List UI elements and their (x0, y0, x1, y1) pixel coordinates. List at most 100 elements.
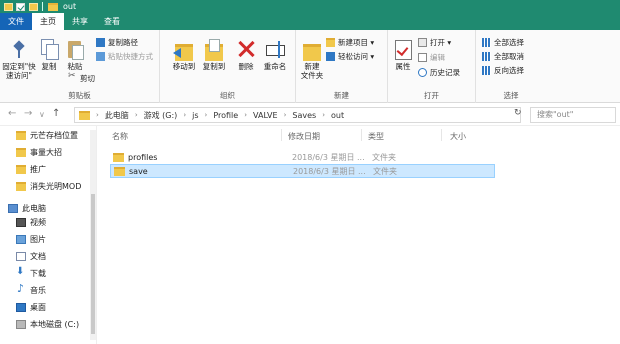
pin-quick-access-button[interactable]: 固定到"快 速访问" (2, 40, 36, 80)
scissors-icon (68, 72, 77, 83)
edit-button[interactable]: 编辑 (418, 53, 445, 62)
sidebar-item-label: 推广 (30, 164, 46, 174)
title-separator (42, 2, 43, 11)
sidebar-item[interactable]: 本地磁盘 (C:) (16, 317, 79, 331)
sidebar-item[interactable]: 下载 (16, 266, 46, 280)
select-group-label: 选择 (503, 91, 519, 100)
sidebar-item-this-pc[interactable]: 此电脑 (8, 201, 46, 215)
paste-label: 粘贴 (67, 62, 83, 71)
search-input[interactable]: 搜索"out" (530, 107, 616, 123)
move-to-button[interactable]: 移动到 (170, 38, 198, 71)
ribbon: 固定到"快 速访问" 复制 粘贴 复制路径 粘贴快捷方式 剪切 剪贴板 移动到 (0, 30, 620, 103)
select-all-label: 全部选择 (494, 38, 524, 47)
new-group: 新建 文件夹 新建项目 ▾ 轻松访问 ▾ 新建 (296, 30, 388, 103)
sidebar-item-label: 事量大招 (30, 147, 62, 157)
sidebar-item[interactable]: 桌面 (16, 300, 46, 314)
breadcrumb-item[interactable]: › js (183, 111, 198, 120)
new-folder-button[interactable]: 新建 文件夹 (298, 38, 326, 80)
new-group-label: 新建 (334, 91, 349, 100)
column-header-type[interactable]: 类型 (368, 131, 384, 142)
breadcrumb-item[interactable]: › VALVE (244, 111, 277, 120)
select-none-icon (482, 52, 491, 61)
cut-button[interactable]: 剪切 (68, 72, 95, 83)
desktop-icon (16, 302, 26, 312)
breadcrumb-item[interactable]: › Saves (284, 111, 317, 120)
breadcrumb-item[interactable]: › 游戏 (G:) (135, 110, 178, 121)
column-header-date[interactable]: 修改日期 (288, 131, 320, 142)
sidebar-item[interactable]: 元芒存档位置 (16, 128, 78, 142)
file-type: 文件夹 (373, 166, 397, 176)
window-title: out (63, 2, 77, 11)
quick-access-check-icon[interactable] (16, 2, 25, 11)
breadcrumb-valve: VALVE (253, 110, 278, 120)
new-folder-label-1: 新建 (304, 62, 320, 71)
new-item-button[interactable]: 新建项目 ▾ (326, 38, 374, 47)
quick-access-new-folder-icon[interactable] (29, 2, 38, 11)
easy-access-label: 轻松访问 ▾ (338, 52, 375, 61)
file-row-selected[interactable]: save 2018/6/3 星期日 ... 文件夹 (110, 164, 495, 178)
breadcrumb-item[interactable]: › out (322, 111, 344, 120)
delete-button[interactable]: 删除 (232, 38, 260, 71)
address-bar[interactable]: › 此电脑 › 游戏 (G:) › js › Profile › VALVE › Saves… (74, 107, 521, 123)
forward-arrow-icon[interactable]: → (24, 108, 32, 119)
pin-icon (11, 40, 27, 60)
select-all-icon (482, 38, 491, 47)
delete-label: 删除 (238, 62, 254, 71)
copy-button[interactable]: 复制 (38, 38, 60, 71)
recent-locations-chevron-icon[interactable]: ∨ (39, 110, 45, 119)
sidebar-item-label: 下载 (30, 268, 46, 278)
file-list: 名称 修改日期 类型 大小 profiles 2018/6/3 星期日 ... … (98, 126, 620, 344)
column-divider[interactable] (361, 129, 362, 141)
sidebar-item[interactable]: 音乐 (16, 282, 46, 297)
sidebar-item[interactable]: 文档 (16, 249, 46, 263)
select-all-button[interactable]: 全部选择 (482, 38, 524, 47)
rename-button[interactable]: 重命名 (260, 38, 290, 71)
breadcrumb-out: out (331, 110, 345, 120)
file-name: save (129, 166, 148, 176)
invert-selection-button[interactable]: 反向选择 (482, 66, 524, 75)
organize-group: 移动到 复制到 删除 重命名 组织 (160, 30, 296, 103)
breadcrumb-chevron-icon: › (204, 111, 208, 119)
copy-path-button[interactable]: 复制路径 (96, 38, 138, 47)
tab-share[interactable]: 共享 (64, 13, 96, 30)
title-bar: out (0, 0, 620, 13)
properties-button[interactable]: 属性 (391, 38, 415, 71)
file-date: 2018/6/3 星期日 ... (292, 152, 365, 162)
sidebar-scroll-thumb[interactable] (91, 194, 95, 334)
sidebar-item-label: 视频 (30, 217, 46, 227)
file-row[interactable]: profiles 2018/6/3 星期日 ... 文件夹 (110, 150, 495, 164)
select-none-button[interactable]: 全部取消 (482, 52, 524, 61)
breadcrumb-item[interactable]: › 此电脑 (96, 110, 129, 121)
tab-view[interactable]: 查看 (96, 13, 128, 30)
easy-access-button[interactable]: 轻松访问 ▾ (326, 52, 374, 61)
history-button[interactable]: 历史记录 (418, 68, 460, 77)
folder-icon (16, 181, 26, 191)
column-header-size[interactable]: 大小 (450, 131, 466, 142)
sidebar-item[interactable]: 事量大招 (16, 145, 62, 159)
sidebar-item[interactable]: 消失光明MOD (16, 179, 81, 193)
column-header-name[interactable]: 名称 (112, 131, 128, 142)
breadcrumb-saves: Saves (292, 110, 317, 120)
sidebar-item[interactable]: 图片 (16, 232, 46, 246)
open-button[interactable]: 打开 ▾ (418, 38, 451, 47)
column-divider[interactable] (281, 129, 282, 141)
up-arrow-icon[interactable]: ↑ (52, 108, 60, 119)
tab-home[interactable]: 主页 (32, 13, 64, 30)
sidebar-item-label: 文档 (30, 251, 46, 261)
back-arrow-icon[interactable]: ← (8, 108, 16, 119)
open-group-label: 打开 (424, 91, 439, 100)
paste-shortcut-button[interactable]: 粘贴快捷方式 (96, 52, 153, 61)
drive-icon (16, 319, 26, 329)
sidebar-item[interactable]: 推广 (16, 162, 46, 176)
column-divider[interactable] (441, 129, 442, 141)
sidebar-item[interactable]: 视频 (16, 215, 46, 229)
quick-access-properties-icon[interactable] (4, 2, 13, 11)
breadcrumb-item[interactable]: › Profile (205, 111, 239, 120)
sidebar-scrollbar[interactable] (90, 130, 96, 340)
tab-file[interactable]: 文件 (0, 13, 32, 30)
copy-to-button[interactable]: 复制到 (200, 38, 228, 71)
properties-icon (393, 38, 413, 60)
video-icon (16, 217, 26, 227)
paste-button[interactable]: 粘贴 (64, 38, 86, 71)
refresh-icon[interactable]: ↻ (514, 108, 522, 118)
